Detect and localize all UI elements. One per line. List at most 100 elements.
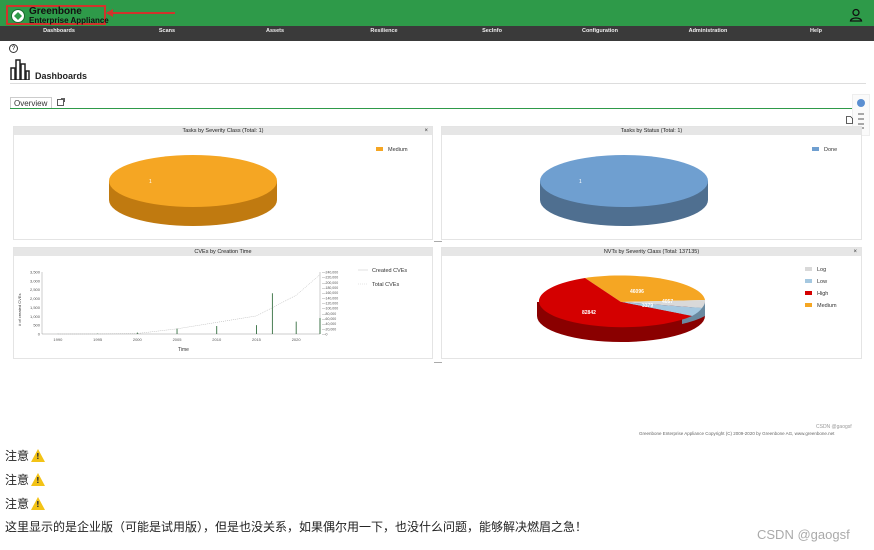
close-icon[interactable]: ×: [424, 127, 428, 135]
pie-label-medium: 46096: [630, 289, 644, 295]
x-tick-label: 2015: [252, 337, 262, 342]
note-line: 注意!: [5, 447, 46, 464]
panel-title: CVEs by Creation Time: [14, 248, 432, 256]
legend-label-low: Low: [817, 279, 827, 285]
y2-tick-label: —160,000: [322, 291, 338, 295]
legend-label-medium: Medium: [817, 303, 837, 309]
created-cve-bar: [271, 293, 273, 334]
footer-copyright: Greenbone Enterprise Appliance Copyright…: [639, 431, 835, 436]
y-tick-label: 3,000: [30, 278, 41, 283]
csdn-watermark: CSDN @gaogsf: [757, 527, 850, 542]
cve-chart: 0 500 1,000 1,500 2,000 2,500 3,000 3,500 —0 —20…: [17, 268, 407, 353]
help-icon[interactable]: ?: [9, 44, 18, 53]
legend-swatch-medium: [805, 303, 812, 307]
panel-nvts: NVTs by Severity Class (Total: 137135) ×…: [441, 247, 862, 359]
note-text: 注意: [5, 449, 30, 463]
close-icon[interactable]: ×: [853, 248, 857, 256]
panel-tasks-status: Tasks by Status (Total: 1) 1 Done: [441, 126, 862, 240]
pie-slice-label: 1: [149, 179, 152, 185]
legend-swatch-done: [812, 147, 819, 151]
y-tick-label: 500: [33, 323, 40, 328]
note-text: 注意: [5, 473, 30, 487]
tasks-severity-chart: 1 Medium: [109, 147, 408, 226]
note-text: 注意: [5, 497, 30, 511]
annotation-arrow: [107, 12, 175, 14]
y2-tick-label: —100,000: [322, 307, 338, 311]
nav-assets[interactable]: Assets: [266, 28, 284, 34]
created-cve-bar: [319, 318, 321, 334]
legend-label-high: High: [817, 291, 828, 297]
legend-label-created: Created CVEs: [372, 268, 407, 274]
resize-handle[interactable]: [434, 241, 442, 242]
tasks-status-chart: 1 Done: [540, 147, 837, 226]
nvts-chart: 46096 82842 4057 3379 Log Low High Mediu…: [537, 267, 837, 342]
new-tab-icon[interactable]: [57, 98, 65, 106]
pie-slice-medium: [109, 155, 277, 207]
x-tick-label: 2020: [292, 337, 302, 342]
x-tick-label: 2000: [133, 337, 143, 342]
y-tick-label: 2,500: [30, 287, 41, 292]
resize-handle[interactable]: [434, 362, 442, 363]
top-bar: Greenbone Enterprise Appliance: [0, 0, 874, 26]
logo[interactable]: Greenbone Enterprise Appliance: [6, 5, 109, 25]
y2-tick-label: —0: [322, 333, 328, 337]
panel-title: Tasks by Status (Total: 1): [442, 127, 861, 135]
title-divider: [10, 83, 866, 84]
y2-tick-label: —40,000: [322, 322, 336, 326]
faded-watermark: CSDN @gaogsf: [816, 424, 852, 430]
y-tick-label: 1,000: [30, 314, 41, 319]
created-cve-bar: [216, 326, 218, 334]
nav-help[interactable]: Help: [810, 28, 822, 34]
legend-label-log: Log: [817, 267, 826, 273]
nav-dashboards[interactable]: Dashboards: [43, 28, 75, 34]
legend-label-medium: Medium: [388, 147, 408, 153]
y2-tick-label: —60,000: [322, 317, 336, 321]
logo-subtitle: Enterprise Appliance: [29, 16, 109, 25]
y2-tick-label: —180,000: [322, 286, 338, 290]
document-icon[interactable]: [846, 116, 853, 124]
warning-icon: !: [31, 473, 46, 486]
nav-administration[interactable]: Administration: [689, 28, 728, 34]
dashboard-icon: [10, 59, 30, 80]
panel-title: NVTs by Severity Class (Total: 137135): [442, 248, 861, 256]
note-line: 注意!: [5, 471, 46, 488]
nav-scans[interactable]: Scans: [159, 28, 175, 34]
pie-label-high: 82842: [582, 310, 596, 316]
refresh-icon[interactable]: [856, 98, 866, 108]
pie-slice-label: 1: [579, 179, 582, 185]
y2-tick-label: —80,000: [322, 312, 336, 316]
y2-tick-label: —140,000: [322, 296, 338, 300]
nav-secinfo[interactable]: SecInfo: [482, 28, 502, 34]
x-tick-label: 2005: [173, 337, 183, 342]
y-axis-label: # of created CVEs: [17, 294, 22, 326]
nav-configuration[interactable]: Configuration: [582, 28, 618, 34]
created-cve-bar: [295, 321, 297, 334]
y-tick-label: 1,500: [30, 305, 41, 310]
legend-label-total: Total CVEs: [372, 282, 399, 288]
tab-overview[interactable]: Overview: [10, 97, 52, 108]
greenbone-logo-icon: [11, 9, 25, 23]
panel-title: Tasks by Severity Class (Total: 1): [14, 127, 432, 135]
user-icon[interactable]: [849, 8, 863, 22]
warning-icon: !: [31, 449, 46, 462]
note-paragraph: 这里显示的是企业版（可能是试用版），但是也没关系，如果偶尔用一下，也没什么问题，…: [5, 520, 588, 534]
x-tick-label: 1990: [53, 337, 63, 342]
page-title: Dashboards: [35, 71, 88, 81]
y2-tick-label: —220,000: [322, 276, 338, 280]
note-line: 注意!: [5, 495, 46, 512]
y-tick-label: 2,000: [30, 296, 41, 301]
legend-swatch-medium: [376, 147, 383, 151]
y2-tick-label: —20,000: [322, 327, 336, 331]
x-tick-label: 1995: [93, 337, 103, 342]
nav-resilience[interactable]: Resilience: [370, 28, 397, 34]
y2-tick-label: —200,000: [322, 281, 338, 285]
pie-label-low: 4057: [662, 299, 673, 305]
legend-swatch-low: [805, 279, 812, 283]
created-cve-bar: [136, 332, 138, 334]
y-tick-label: 0: [38, 332, 41, 337]
panel-cves: CVEs by Creation Time 0 500 1,000 1,500 2,00…: [13, 247, 433, 359]
legend-swatch-high: [805, 291, 812, 295]
x-axis-label: Time: [178, 347, 189, 353]
y2-tick-label: —120,000: [322, 302, 338, 306]
y-tick-label: 3,500: [30, 270, 41, 275]
